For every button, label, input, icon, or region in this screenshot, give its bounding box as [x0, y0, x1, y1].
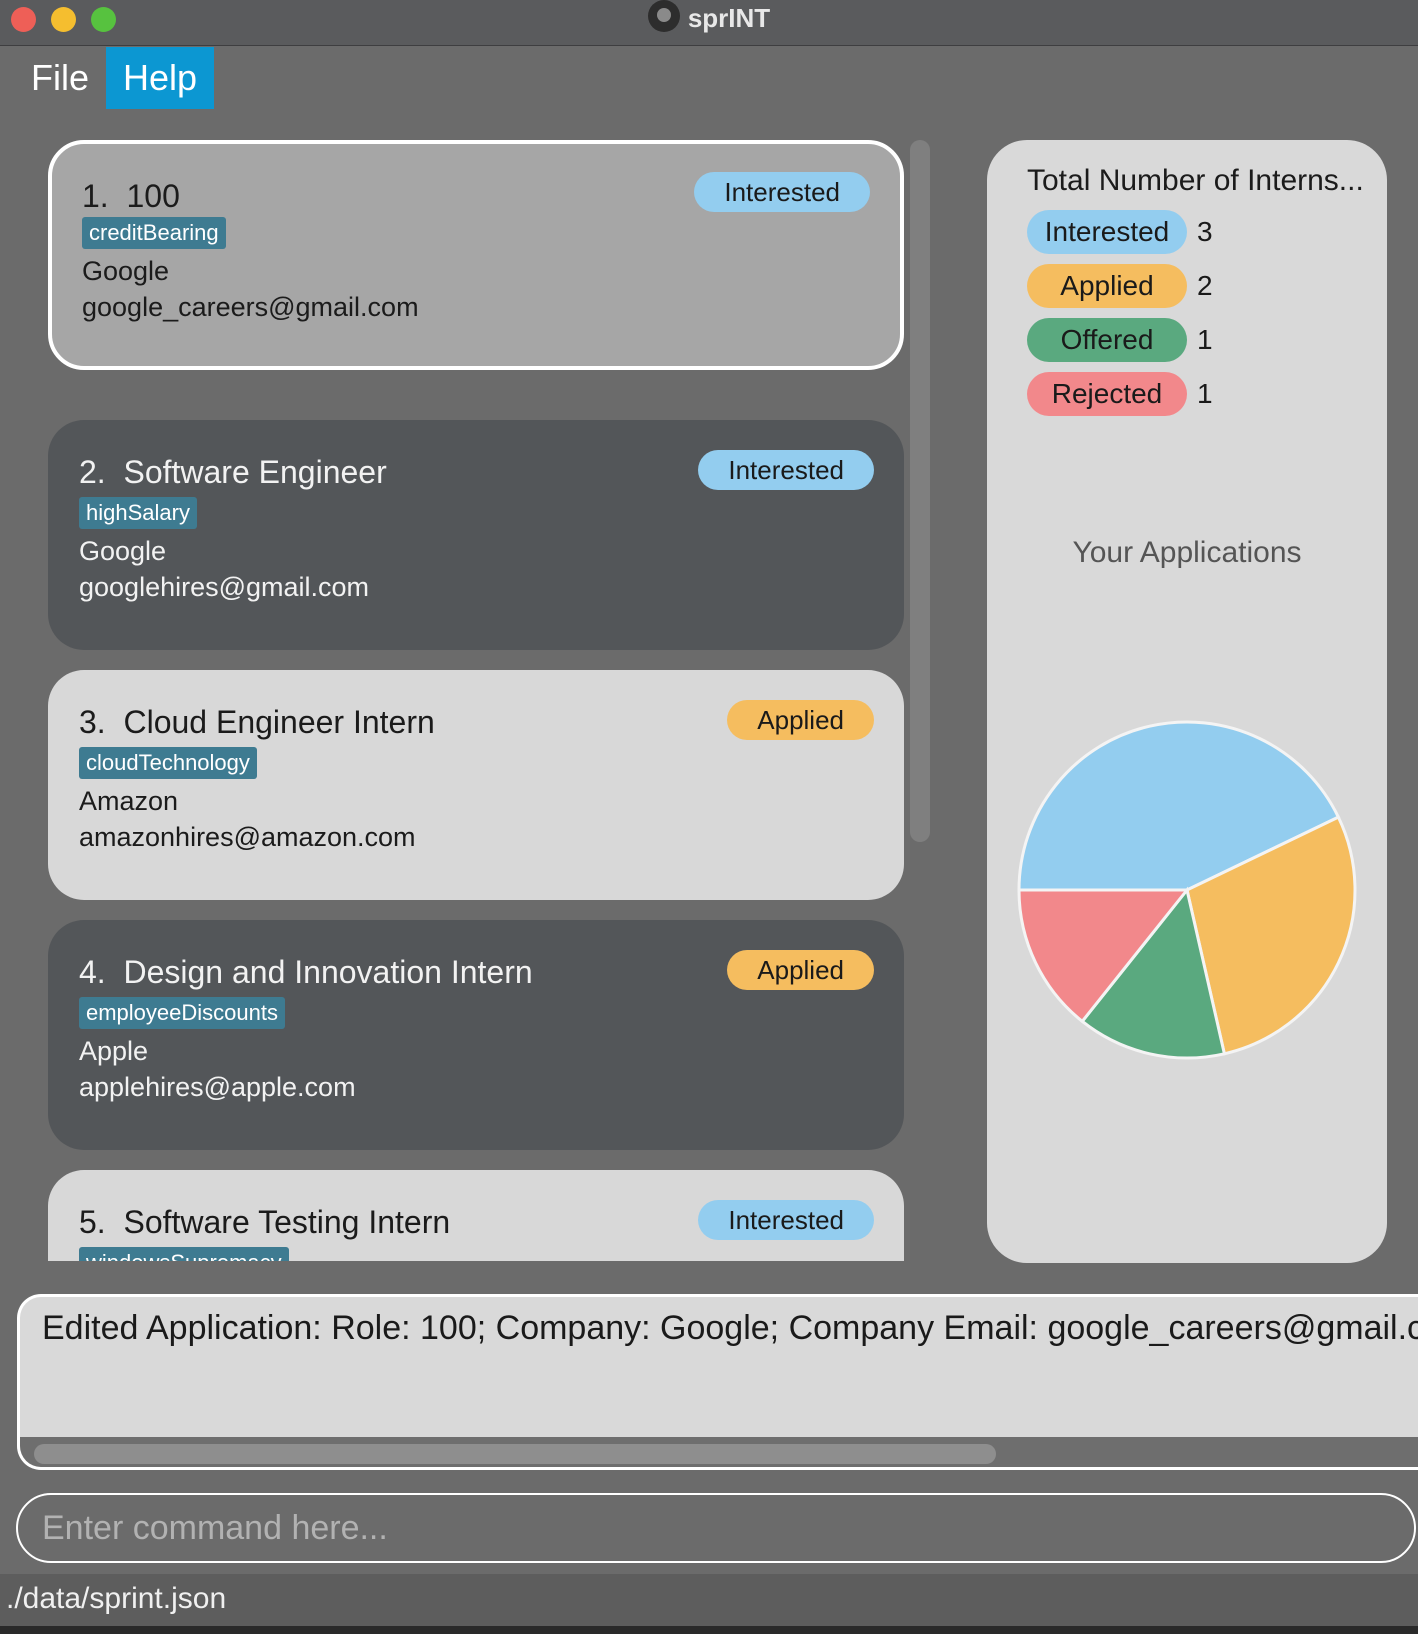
menu-bar: File Help — [0, 46, 1418, 110]
stat-count: 2 — [1197, 270, 1213, 301]
card-email: applehires@apple.com — [79, 1072, 356, 1102]
result-scrollbar[interactable] — [20, 1437, 1418, 1467]
card-title: 5. Software Testing Intern — [79, 1204, 450, 1241]
card-title: 3. Cloud Engineer Intern — [79, 704, 435, 741]
command-input[interactable] — [42, 1495, 1382, 1561]
card-company: Google — [79, 536, 167, 566]
card-role: Design and Innovation Intern — [123, 954, 533, 990]
window-bottom-edge — [0, 1626, 1418, 1634]
list-scrollbar[interactable] — [910, 140, 930, 842]
statistics-panel: Total Number of Interns... Interested 3 … — [987, 140, 1387, 1263]
card-tag: cloudTechnology — [79, 747, 257, 779]
menu-file[interactable]: File — [14, 47, 106, 109]
result-text: Edited Application: Role: 100; Company: … — [42, 1309, 1418, 1347]
card-index: 1. — [82, 178, 109, 214]
card-tag: employeeDiscounts — [79, 997, 285, 1029]
application-card[interactable]: 5. Software Testing Intern windowsSuprem… — [48, 1170, 904, 1261]
window-title-wrap: sprINT — [0, 0, 1418, 36]
applications-pie-chart — [1017, 720, 1357, 1060]
card-role: Cloud Engineer Intern — [123, 704, 435, 740]
stats-title: Total Number of Interns... — [1027, 164, 1364, 197]
card-tag: windowsSupremacy — [79, 1247, 289, 1261]
app-logo-icon — [647, 0, 680, 32]
status-badge: Interested — [698, 1200, 874, 1240]
stat-label: Rejected — [1027, 372, 1187, 416]
result-display: Edited Application: Role: 100; Company: … — [17, 1294, 1418, 1470]
card-role: Software Testing Intern — [123, 1204, 451, 1240]
stat-label: Applied — [1027, 264, 1187, 308]
card-email: google_careers@gmail.com — [82, 292, 419, 322]
status-badge: Applied — [727, 950, 874, 990]
status-badge: Interested — [694, 172, 870, 212]
stat-count: 3 — [1197, 216, 1213, 247]
menu-help[interactable]: Help — [106, 47, 215, 109]
card-title: 4. Design and Innovation Intern — [79, 954, 533, 991]
card-title: 1. 100 — [82, 178, 180, 215]
title-bar: sprINT — [0, 0, 1418, 46]
stat-count: 1 — [1197, 378, 1213, 409]
application-list: 1. 100 creditBearing Google google_caree… — [48, 140, 904, 1261]
command-box[interactable] — [16, 1493, 1416, 1563]
card-company: Apple — [79, 1036, 149, 1066]
application-card[interactable]: 1. 100 creditBearing Google google_caree… — [48, 140, 904, 370]
application-card[interactable]: 2. Software Engineer highSalary Google g… — [48, 420, 904, 650]
stat-count: 1 — [1197, 324, 1213, 355]
card-index: 2. — [79, 454, 106, 490]
card-tag: highSalary — [79, 497, 197, 529]
application-card[interactable]: 4. Design and Innovation Intern employee… — [48, 920, 904, 1150]
window-title: sprINT — [687, 3, 771, 33]
card-company: Google — [82, 256, 170, 286]
card-title: 2. Software Engineer — [79, 454, 387, 491]
status-badge: Applied — [727, 700, 874, 740]
stat-label: Offered — [1027, 318, 1187, 362]
save-file-path: ./data/sprint.json — [6, 1582, 227, 1615]
status-badge: Interested — [698, 450, 874, 490]
result-scrollbar-thumb[interactable] — [34, 1444, 996, 1464]
card-index: 5. — [79, 1204, 106, 1240]
card-role: 100 — [126, 178, 180, 214]
status-bar: ./data/sprint.json — [0, 1574, 1418, 1626]
card-tag: creditBearing — [82, 217, 226, 249]
card-index: 3. — [79, 704, 106, 740]
stat-label: Interested — [1027, 210, 1187, 254]
card-company: Amazon — [79, 786, 179, 816]
card-email: amazonhires@amazon.com — [79, 822, 416, 852]
card-email: googlehires@gmail.com — [79, 572, 370, 602]
card-role: Software Engineer — [123, 454, 387, 490]
chart-title: Your Applications — [1072, 536, 1302, 569]
card-index: 4. — [79, 954, 106, 990]
application-card[interactable]: 3. Cloud Engineer Intern cloudTechnology… — [48, 670, 904, 900]
